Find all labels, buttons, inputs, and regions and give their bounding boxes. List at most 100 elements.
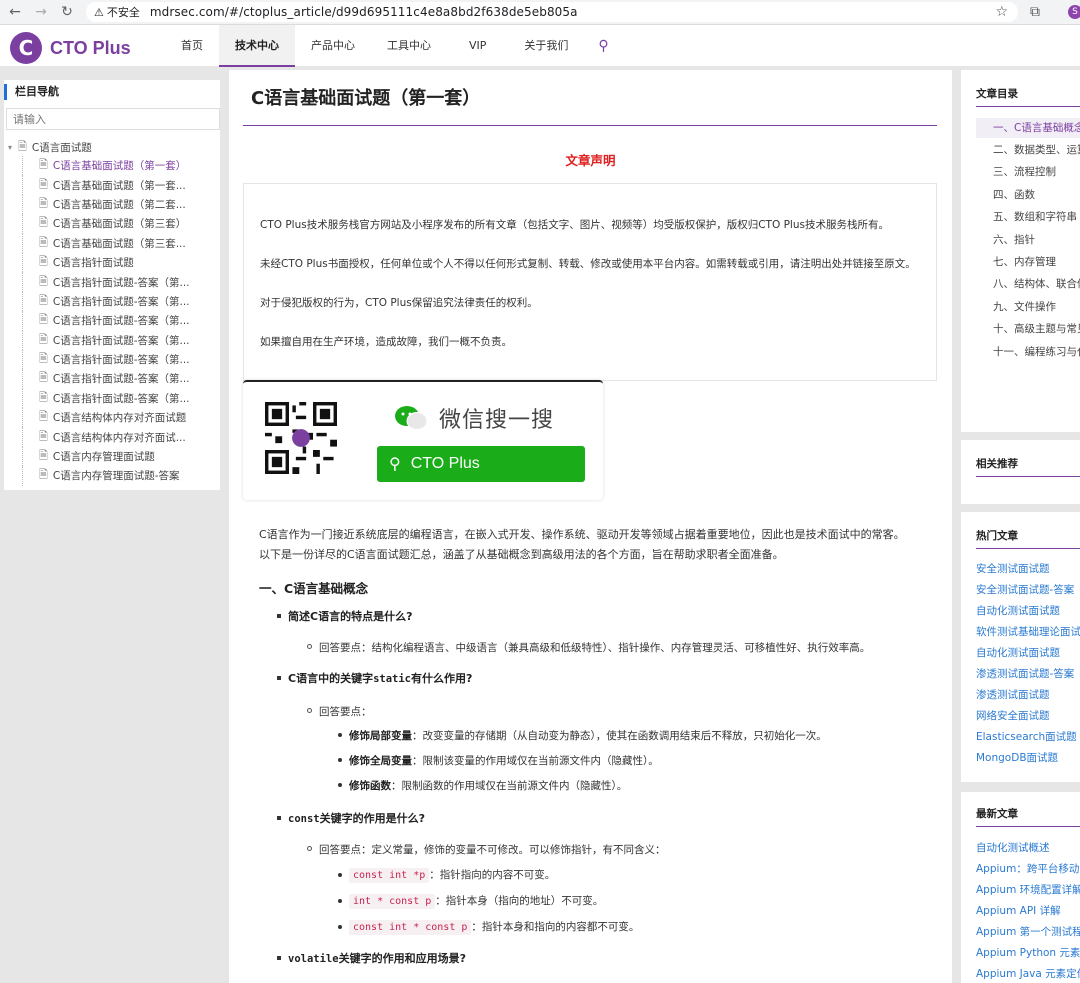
tree-item[interactable]: 🗎 C语言指针面试题-答案（第... xyxy=(22,388,220,409)
toc-item[interactable]: 四、函数 xyxy=(976,185,1080,205)
main-menu: 首页 技术中心 产品中心 工具中心 VIP 关于我们 ⚲ xyxy=(165,25,623,67)
caret-down-icon[interactable]: ▾ xyxy=(8,143,18,152)
tree-item[interactable]: 🗎 C语言指针面试题-答案（第... xyxy=(22,291,220,312)
qr-code-icon xyxy=(265,402,337,474)
toc-item[interactable]: 二、数据类型、运算 xyxy=(976,140,1080,160)
hot-article-link[interactable]: MongoDB面试题 xyxy=(976,750,1058,765)
hot-article-link[interactable]: 渗透测试面试题-答案 xyxy=(976,666,1074,681)
wechat-search-button-label: CTO Plus xyxy=(410,455,480,472)
tree-item[interactable]: 🗎 C语言指针面试题-答案（第... xyxy=(22,330,220,350)
latest-article-link[interactable]: Appium 第一个测试程序 xyxy=(976,924,1080,939)
document-icon: 🗎 xyxy=(39,449,48,463)
not-secure-badge[interactable]: ⚠ 不安全 xyxy=(94,4,140,20)
address-bar[interactable]: ⚠ 不安全 mdrsec.com/#/ctoplus_article/d99d6… xyxy=(86,2,1018,22)
tree-item[interactable]: 🗎 C语言内存管理面试题 xyxy=(22,446,220,467)
reload-icon[interactable]: ↻ xyxy=(54,0,80,24)
tree-item-label: C语言内存管理面试题 xyxy=(52,451,155,464)
extensions-icon[interactable]: ⧉ xyxy=(1030,4,1040,20)
tree-root[interactable]: ▾ 🗎 C语言面试题 xyxy=(4,138,220,156)
point-text: ：指针指向的内容不可变。 xyxy=(429,869,556,881)
bullet-icon xyxy=(277,676,281,680)
toc-item[interactable]: 八、结构体、联合体 xyxy=(976,274,1080,294)
tree-item-label: C语言基础面试题（第二套... xyxy=(52,198,186,211)
hot-article-link[interactable]: 自动化测试面试题 xyxy=(976,603,1060,618)
wechat-search-label: 微信搜一搜 xyxy=(439,408,555,433)
bullet-icon xyxy=(277,956,281,960)
hot-article-link[interactable]: 渗透测试面试题 xyxy=(976,687,1050,702)
article-content: C语言基础面试题（第一套） 文章声明 CTO Plus技术服务栈官方网站及小程序… xyxy=(229,70,952,983)
latest-article-link[interactable]: Appium 环境配置详解 xyxy=(976,882,1080,897)
tree-item[interactable]: 🗎 C语言基础面试题（第二套... xyxy=(22,194,220,215)
menu-home[interactable]: 首页 xyxy=(165,25,219,67)
not-secure-label: 不安全 xyxy=(106,6,140,19)
toc-divider xyxy=(976,106,1080,107)
question-2-point: 修饰局部变量：改变变量的存储期（从自动变为静态），使其在函数调用结束后不释放，只… xyxy=(349,728,827,743)
wechat-search-button[interactable]: ⚲ CTO Plus xyxy=(377,446,585,482)
document-icon: 🗎 xyxy=(39,274,48,288)
toc-item[interactable]: 六、指针 xyxy=(976,230,1080,250)
latest-article-link[interactable]: Appium Python 元素定 xyxy=(976,945,1080,960)
browser-toolbar: ← → ↻ ⚠ 不安全 mdrsec.com/#/ctoplus_article… xyxy=(0,0,1080,25)
declaration-line: CTO Plus技术服务栈官方网站及小程序发布的所有文章（包括文字、图片、视频等… xyxy=(260,219,889,231)
document-icon: 🗎 xyxy=(39,293,48,307)
question-4-code: volatile xyxy=(288,953,339,965)
toc-item[interactable]: 十一、编程练习与代 xyxy=(976,342,1080,362)
tree-item-label: C语言指针面试题-答案（第... xyxy=(52,392,190,405)
search-icon[interactable]: ⚲ xyxy=(584,25,622,67)
tree-item[interactable]: 🗎 C语言基础面试题（第一套） xyxy=(22,156,220,176)
hot-title: 热门文章 xyxy=(976,530,1018,542)
declaration-title: 文章声明 xyxy=(565,153,616,168)
toc-item[interactable]: 一、C语言基础概念 xyxy=(976,118,1080,138)
document-icon: 🗎 xyxy=(39,410,48,424)
tree-item[interactable]: 🗎 C语言基础面试题（第三套... xyxy=(22,233,220,253)
tree-item[interactable]: 🗎 C语言基础面试题（第一套... xyxy=(22,175,220,195)
menu-tools[interactable]: 工具中心 xyxy=(371,25,447,67)
dot-bullet-icon xyxy=(338,925,342,929)
latest-divider xyxy=(976,826,1080,827)
document-icon: 🗎 xyxy=(39,332,48,346)
profile-avatar[interactable]: S xyxy=(1068,5,1080,19)
latest-article-link[interactable]: Appium Java 元素定位 xyxy=(976,966,1080,981)
toc-item[interactable]: 七、内存管理 xyxy=(976,252,1080,272)
bullet-icon xyxy=(277,614,281,618)
toc-item[interactable]: 十、高级主题与常见 xyxy=(976,319,1080,339)
tree-item[interactable]: 🗎 C语言指针面试题-答案（第... xyxy=(22,349,220,370)
document-icon: 🗎 xyxy=(18,139,27,153)
hot-article-link[interactable]: 自动化测试面试题 xyxy=(976,645,1060,660)
hot-article-link[interactable]: 软件测试基础理论面试 xyxy=(976,624,1080,639)
tree-item[interactable]: 🗎 C语言结构体内存对齐面试题 xyxy=(22,408,220,428)
tree-item-label: C语言内存管理面试题-答案 xyxy=(52,470,180,483)
latest-article-link[interactable]: Appium：跨平台移动应 xyxy=(976,861,1080,876)
menu-products[interactable]: 产品中心 xyxy=(295,25,371,67)
hot-article-link[interactable]: 安全测试面试题 xyxy=(976,561,1050,576)
tree-item[interactable]: 🗎 C语言内存管理面试题-答案 xyxy=(22,466,220,486)
tree-item[interactable]: 🗎 C语言基础面试题（第三套） xyxy=(22,214,220,234)
site-logo[interactable]: C CTO Plus xyxy=(10,32,131,64)
url-text: mdrsec.com/#/ctoplus_article/d99d695111c… xyxy=(149,5,578,19)
document-icon: 🗎 xyxy=(39,313,48,327)
forward-icon[interactable]: → xyxy=(28,0,54,24)
latest-article-link[interactable]: 自动化测试概述 xyxy=(976,840,1050,855)
menu-vip[interactable]: VIP xyxy=(447,25,508,67)
tree-item[interactable]: 🗎 C语言指针面试题-答案（第... xyxy=(22,272,220,292)
tree-item[interactable]: 🗎 C语言结构体内存对齐面试... xyxy=(22,427,220,447)
question-2-text: C语言中的关键字 xyxy=(288,672,374,685)
latest-article-link[interactable]: Appium API 详解 xyxy=(976,903,1061,918)
hot-article-link[interactable]: 网络安全面试题 xyxy=(976,708,1050,723)
toc-item[interactable]: 三、流程控制 xyxy=(976,162,1080,182)
tree-item[interactable]: 🗎 C语言指针面试题 xyxy=(22,252,220,273)
column-search-input[interactable] xyxy=(6,108,220,130)
toc-item[interactable]: 五、数组和字符串 xyxy=(976,207,1080,227)
back-icon[interactable]: ← xyxy=(2,0,28,24)
menu-about[interactable]: 关于我们 xyxy=(508,25,584,67)
related-panel: 相关推荐 xyxy=(961,440,1080,504)
menu-tech-center[interactable]: 技术中心 xyxy=(219,25,295,67)
toc-item[interactable]: 九、文件操作 xyxy=(976,297,1080,317)
tree-item-label: C语言基础面试题（第三套... xyxy=(52,237,186,250)
hot-article-link[interactable]: 安全测试面试题-答案 xyxy=(976,582,1074,597)
bookmark-star-icon[interactable]: ☆ xyxy=(995,4,1008,20)
dot-bullet-icon xyxy=(338,899,342,903)
tree-item[interactable]: 🗎 C语言指针面试题-答案（第... xyxy=(22,311,220,331)
tree-item[interactable]: 🗎 C语言指针面试题-答案（第... xyxy=(22,369,220,389)
hot-article-link[interactable]: Elasticsearch面试题 xyxy=(976,729,1077,744)
